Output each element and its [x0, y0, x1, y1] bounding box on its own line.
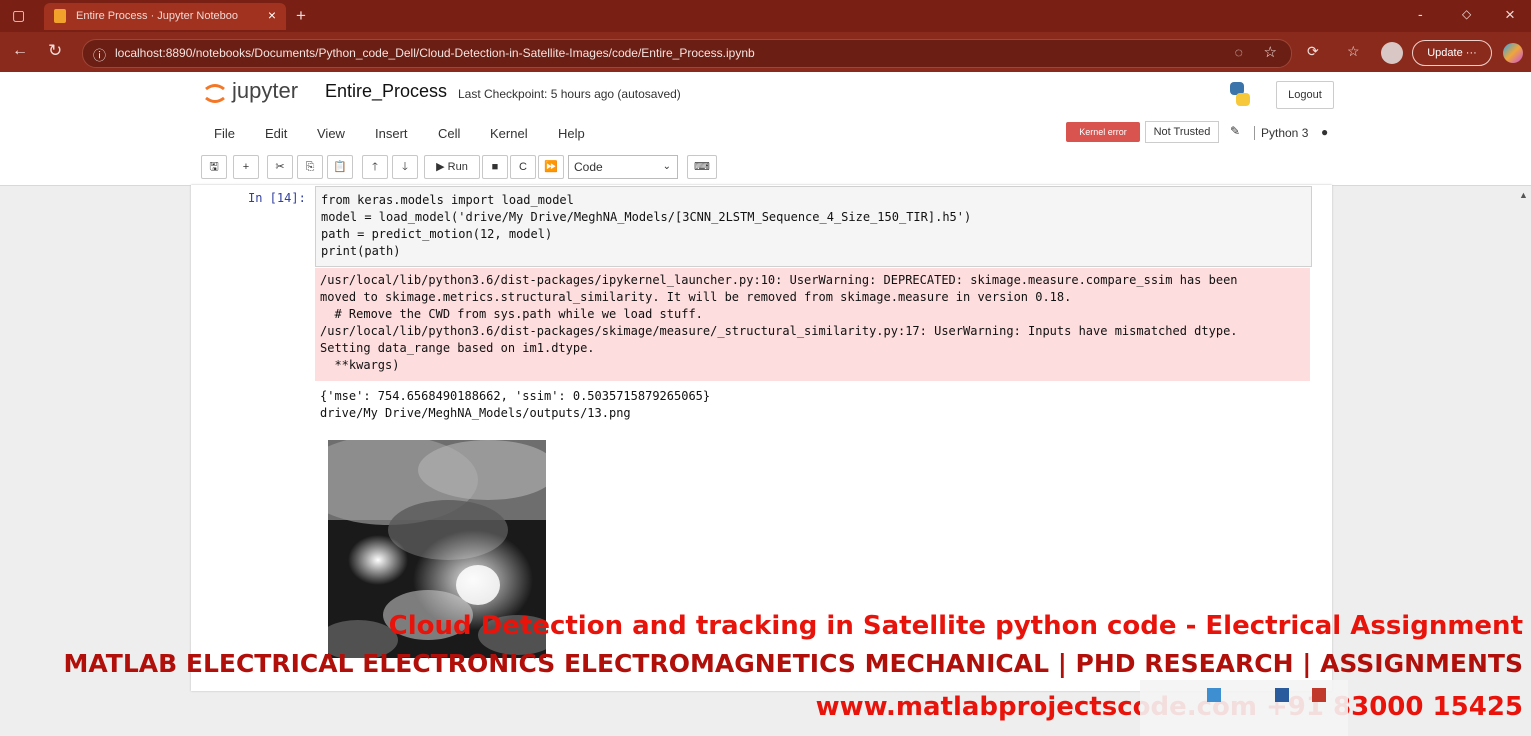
url-input[interactable]: ⓘ localhost:8890/notebooks/Documents/Pyt…	[82, 39, 1292, 68]
stdout-line: drive/My Drive/MeghNA_Models/outputs/13.…	[320, 406, 631, 420]
watermark-title: Cloud Detection and tracking in Satellit…	[388, 611, 1523, 641]
menu-view[interactable]: View	[317, 126, 345, 141]
stderr-line: **kwargs)	[320, 358, 400, 372]
profile-avatar[interactable]	[1381, 42, 1403, 64]
kernel-status-icon: ●	[1321, 125, 1329, 139]
scroll-up-icon[interactable]: ▲	[1519, 190, 1528, 200]
stderr-line: Setting data_range based on im1.dtype.	[320, 341, 595, 355]
stderr-line: /usr/local/lib/python3.6/dist-packages/s…	[320, 324, 1238, 338]
python-logo-icon	[1226, 80, 1254, 108]
code-line: print(path)	[321, 244, 401, 258]
notebook-toolbar	[0, 151, 1531, 186]
stderr-line: /usr/local/lib/python3.6/dist-packages/i…	[320, 273, 1238, 287]
interrupt-icon[interactable]: ■	[482, 155, 508, 179]
menu-kernel[interactable]: Kernel	[490, 126, 528, 141]
notebook-name[interactable]: Entire_Process	[325, 81, 447, 102]
cell-type-value: Code	[574, 160, 603, 174]
watermark-subtitle: MATLAB ELECTRICAL ELECTRONICS ELECTROMAG…	[63, 649, 1524, 678]
cut-icon[interactable]: ✂	[267, 155, 293, 179]
run-button[interactable]: ▶ Run	[424, 155, 480, 179]
command-palette-icon[interactable]: ⌨	[687, 155, 717, 179]
url-text: localhost:8890/notebooks/Documents/Pytho…	[115, 46, 755, 60]
cell-type-select[interactable]: Code ⌄	[568, 155, 678, 179]
menu-edit[interactable]: Edit	[265, 126, 287, 141]
window-close-button[interactable]: ×	[1505, 5, 1515, 25]
code-cell-input[interactable]: from keras.models import load_model mode…	[315, 186, 1312, 267]
not-trusted-button[interactable]: Not Trusted	[1145, 121, 1219, 143]
menu-insert[interactable]: Insert	[375, 126, 408, 141]
kernel-name: Python 3	[1254, 126, 1308, 140]
extensions-icon[interactable]: ⟳	[1307, 43, 1319, 60]
move-down-icon[interactable]: 🡓	[392, 155, 418, 179]
chevron-down-icon: ⌄	[662, 161, 671, 172]
copilot-icon[interactable]	[1503, 43, 1523, 63]
tab-close-icon[interactable]: ×	[268, 7, 276, 23]
reload-icon[interactable]: ↻	[48, 41, 62, 61]
fast-forward-icon[interactable]: ⏩	[538, 155, 564, 179]
kernel-error-badge[interactable]: Kernel error	[1066, 122, 1140, 142]
restart-icon[interactable]: C	[510, 155, 536, 179]
insert-cell-icon[interactable]: +	[233, 155, 259, 179]
favorites-icon[interactable]: ☆	[1347, 43, 1360, 60]
window-minimize-button[interactable]: -	[1418, 6, 1423, 22]
input-prompt: In [14]:	[248, 191, 306, 205]
stderr-line: moved to skimage.metrics.structural_simi…	[320, 290, 1072, 304]
back-icon[interactable]: ←	[12, 42, 28, 60]
read-aloud-icon[interactable]: ◌	[1235, 44, 1243, 60]
tray-app-icon[interactable]	[1312, 688, 1326, 702]
code-line: model = load_model('drive/My Drive/MeghN…	[321, 210, 972, 224]
logout-button[interactable]: Logout	[1276, 81, 1334, 109]
window-maximize-button[interactable]: ◇	[1462, 7, 1471, 21]
menu-cell[interactable]: Cell	[438, 126, 460, 141]
jupyter-logo-icon[interactable]	[204, 80, 226, 106]
copy-icon[interactable]: ⎘	[297, 155, 323, 179]
site-info-icon[interactable]: ⓘ	[93, 45, 106, 64]
code-line: from keras.models import load_model	[321, 193, 574, 207]
favorite-star-icon[interactable]: ☆	[1264, 43, 1277, 61]
tab-title: Entire Process · Jupyter Noteboo	[76, 10, 239, 22]
menu-help[interactable]: Help	[558, 126, 585, 141]
edit-pencil-icon[interactable]: ✎	[1230, 124, 1240, 138]
jupyter-logo-text[interactable]: jupyter	[232, 78, 298, 104]
menu-file[interactable]: File	[214, 126, 235, 141]
new-tab-button[interactable]: +	[296, 6, 306, 26]
paste-icon[interactable]: 📋	[327, 155, 353, 179]
jupyter-favicon-icon	[54, 9, 66, 23]
stdout-line: {'mse': 754.6568490188662, 'ssim': 0.503…	[320, 389, 711, 403]
sidebar-toggle-icon[interactable]: ▢	[12, 7, 25, 24]
update-button[interactable]: Update ···	[1412, 40, 1492, 66]
save-icon[interactable]: 🖫	[201, 155, 227, 179]
code-line: path = predict_motion(12, model)	[321, 227, 553, 241]
tray-app-icon[interactable]	[1275, 688, 1289, 702]
move-up-icon[interactable]: 🡑	[362, 155, 388, 179]
checkpoint-status: Last Checkpoint: 5 hours ago (autosaved)	[458, 87, 681, 101]
stderr-output: /usr/local/lib/python3.6/dist-packages/i…	[315, 268, 1310, 381]
stderr-line: # Remove the CWD from sys.path while we …	[320, 307, 703, 321]
tray-app-icon[interactable]	[1207, 688, 1221, 702]
browser-tab[interactable]: Entire Process · Jupyter Noteboo ×	[44, 3, 286, 30]
